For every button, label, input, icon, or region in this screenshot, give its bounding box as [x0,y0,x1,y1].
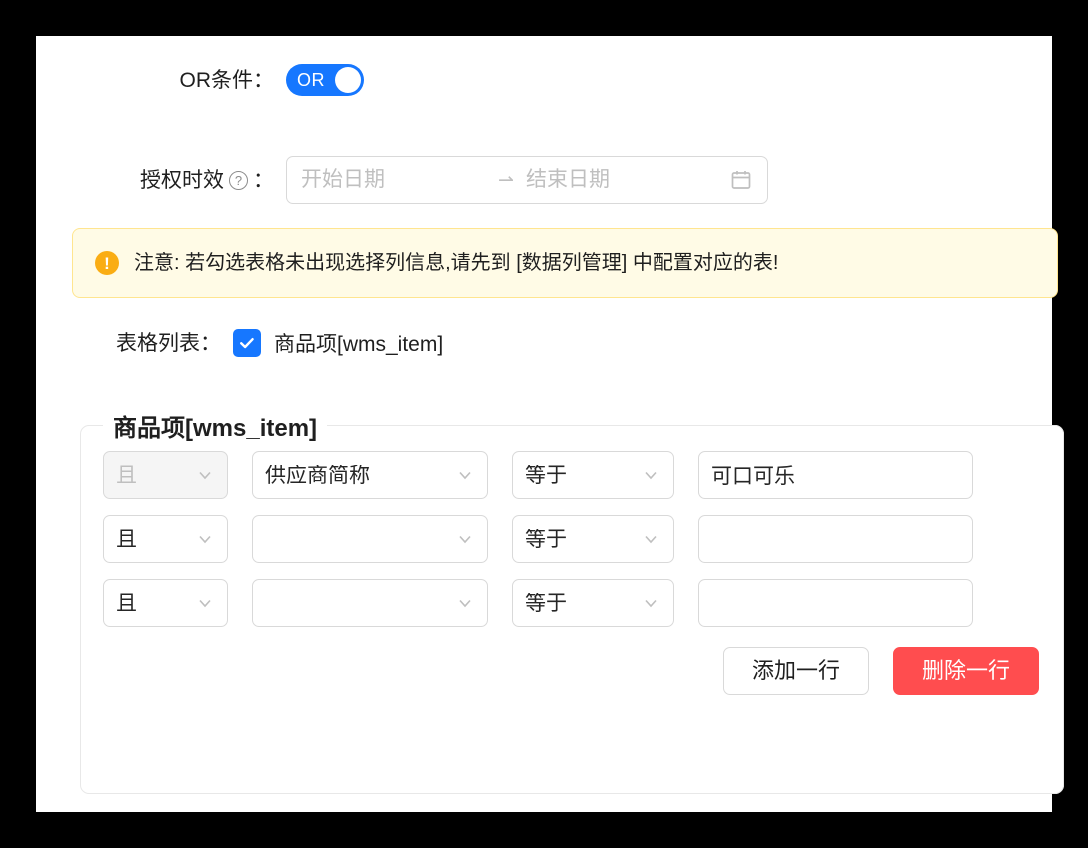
field-select-2[interactable] [252,515,488,563]
checkbox-checked-icon[interactable] [233,329,261,357]
calendar-icon [729,168,753,192]
logic-select-3[interactable]: 且 [103,579,228,627]
or-condition-switch-label: OR [297,70,325,90]
condition-row: 且 等于 [103,579,1041,627]
logic-select-1: 且 [103,451,228,499]
chevron-down-icon [455,465,475,485]
condition-row: 且 供应商简称 等于 [103,451,1041,499]
exclamation-circle-icon: ! [95,251,119,275]
chevron-down-icon [641,593,661,613]
logic-select-2[interactable]: 且 [103,515,228,563]
or-condition-switch[interactable]: OR [286,64,364,96]
value-input-3[interactable] [698,579,973,627]
auth-period-row: 授权时效 ? ： ⇀ [36,156,1052,204]
chevron-down-icon [641,465,661,485]
condition-group-fieldset: 商品项[wms_item] 且 供应商简称 等于 可口可乐 且 等于 且 等于 … [80,408,1064,794]
field-select-3[interactable] [252,579,488,627]
logic-select-3-value: 且 [116,592,137,614]
chevron-down-icon [195,593,215,613]
field-select-1[interactable]: 供应商简称 [252,451,488,499]
table-list-label: 表格列表： [116,331,221,355]
operator-select-2-value: 等于 [525,528,567,550]
auth-period-label: 授权时效 ? ： [36,170,274,191]
logic-select-2-value: 且 [116,528,137,550]
auth-period-colon: ： [253,168,274,192]
condition-actions: 添加一行 删除一行 [103,647,1041,695]
value-input-1[interactable] [698,451,973,499]
start-date-input[interactable] [301,168,486,192]
chevron-down-icon [455,529,475,549]
filter-form-card: OR条件： OR 授权时效 ? ： ⇀ [36,36,1064,812]
table-list-row: 表格列表： 商品项[wms_item] [36,322,1052,364]
table-checkbox-wms-item[interactable]: 商品项[wms_item] [233,328,443,358]
chevron-down-icon [195,529,215,549]
auth-period-label-text: 授权时效 [140,168,224,192]
operator-select-1-value: 等于 [525,464,567,486]
chevron-down-icon [641,529,661,549]
switch-knob [335,67,361,93]
question-circle-icon[interactable]: ? [229,170,248,190]
operator-select-1[interactable]: 等于 [512,451,674,499]
warning-alert: ! 注意: 若勾选表格未出现选择列信息,请先到 [数据列管理] 中配置对应的表! [72,228,1058,298]
condition-row: 且 等于 [103,515,1041,563]
or-condition-row: OR条件： OR [36,60,1052,100]
or-condition-label: OR条件： [179,68,275,92]
condition-group-legend: 商品项[wms_item] [113,415,318,442]
delete-row-button[interactable]: 删除一行 [893,647,1039,695]
field-select-1-value: 供应商简称 [265,464,370,486]
warning-alert-text: 注意: 若勾选表格未出现选择列信息,请先到 [数据列管理] 中配置对应的表! [134,252,779,274]
end-date-input[interactable] [526,168,711,192]
add-row-button[interactable]: 添加一行 [723,647,869,695]
logic-select-1-value: 且 [116,464,137,486]
operator-select-3[interactable]: 等于 [512,579,674,627]
operator-select-2[interactable]: 等于 [512,515,674,563]
operator-select-3-value: 等于 [525,592,567,614]
condition-rows-container: 且 供应商简称 等于 可口可乐 且 等于 且 等于 添加一行 删除一行 [81,443,1063,695]
chevron-down-icon [195,465,215,485]
date-range-separator: ⇀ [498,169,514,191]
value-input-2[interactable] [698,515,973,563]
auth-period-date-range-picker[interactable]: ⇀ [286,156,768,204]
chevron-down-icon [455,593,475,613]
table-checkbox-label: 商品项[wms_item] [274,333,444,356]
